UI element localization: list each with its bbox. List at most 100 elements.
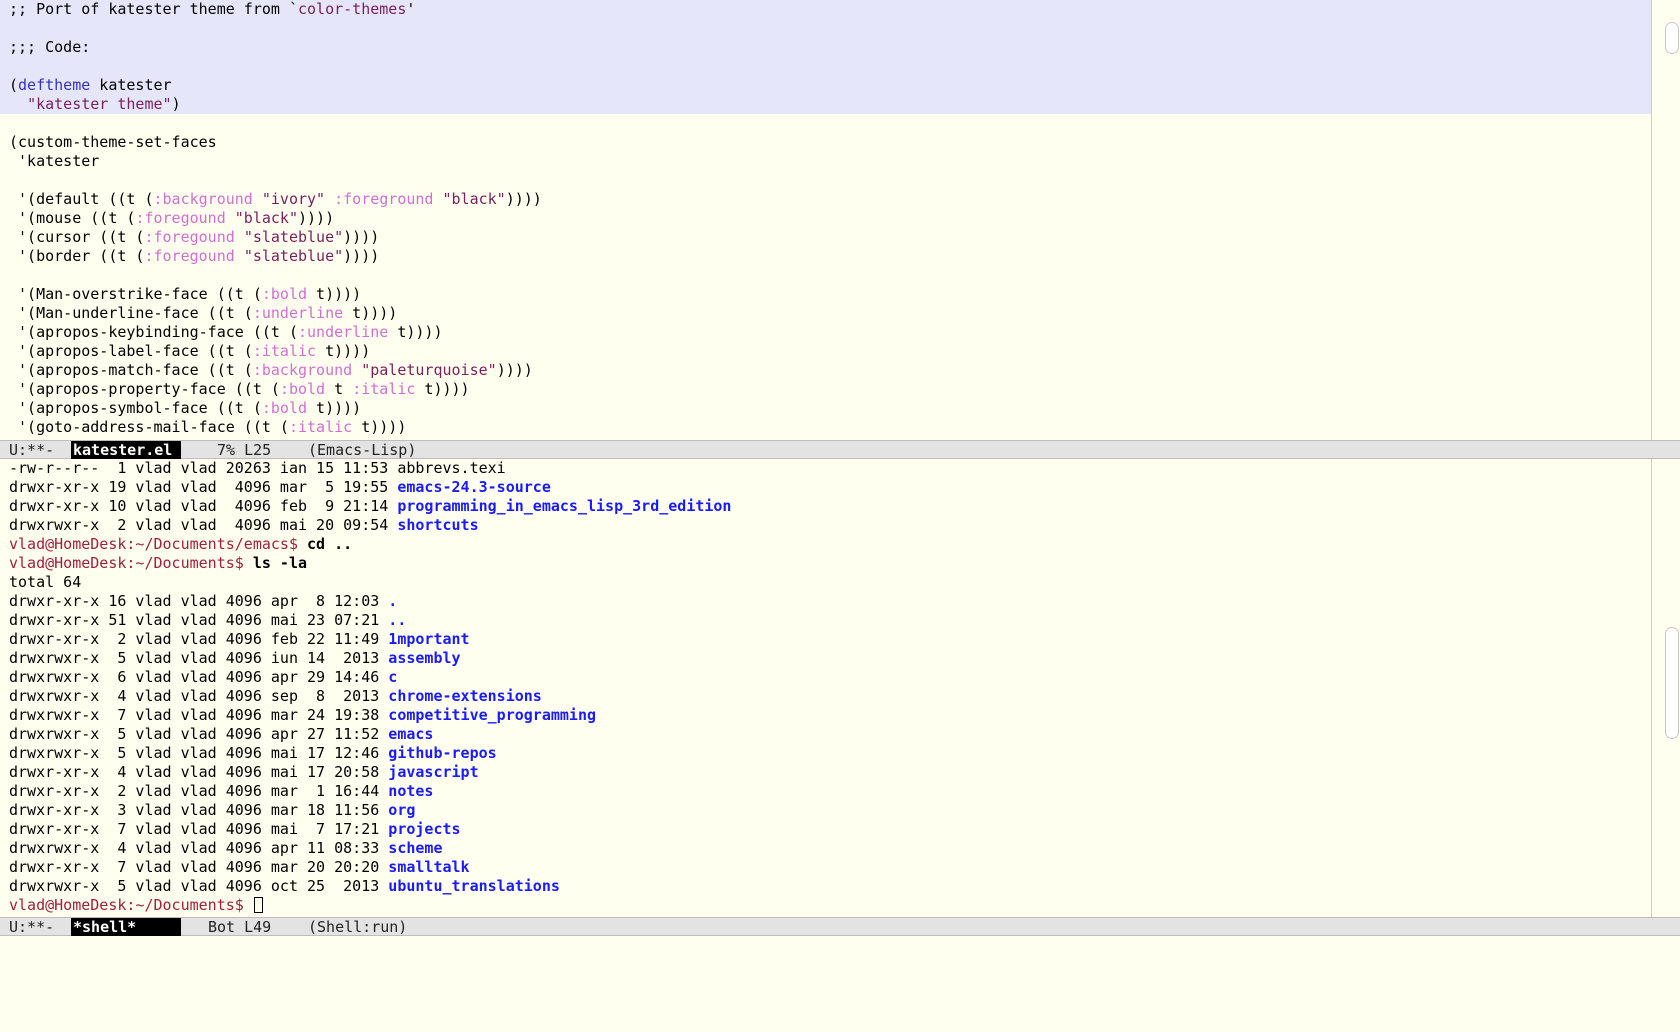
text-span: ;; Port of katester theme from `: [9, 0, 298, 18]
directory-name[interactable]: org: [388, 801, 415, 819]
code-line: 'katester: [0, 152, 1652, 171]
directory-name[interactable]: scheme: [388, 839, 442, 857]
text-span: :foregound: [144, 228, 235, 246]
shell-line: vlad@HomeDesk:~/Documents$ ls -la: [0, 554, 1652, 573]
directory-name[interactable]: chrome-extensions: [388, 687, 542, 705]
text-span: drwxr-xr-x 7 vlad vlad 4096 mai 7 17:21: [9, 820, 389, 838]
code-line: '(default ((t (:background "ivory" :fore…: [0, 190, 1652, 209]
shell-line: drwxrwxr-x 5 vlad vlad 4096 iun 14 2013 …: [0, 649, 1652, 668]
editor-mode-line: U:**- katester.el 7% L25 (Emacs-Lisp): [0, 440, 1680, 460]
text-span: drwxrwxr-x 5 vlad vlad 4096 apr 27 11:52: [9, 725, 389, 743]
shell-line: drwxrwxr-x 6 vlad vlad 4096 apr 29 14:46…: [0, 668, 1652, 687]
text-span: color-themes: [297, 0, 407, 18]
code-line: ;; Port of katester theme from `color-th…: [0, 0, 1652, 19]
text-span: '(mouse ((t (: [9, 209, 136, 227]
text-span: "black": [234, 209, 298, 227]
editor-scrollbar-thumb[interactable]: [1665, 22, 1679, 54]
directory-name[interactable]: javascript: [388, 763, 478, 781]
text-span: drwxr-xr-x 4 vlad vlad 4096 mai 17 20:58: [9, 763, 389, 781]
text-span: :background: [252, 361, 353, 379]
directory-name[interactable]: ..: [388, 611, 406, 629]
code-line: '(mouse ((t (:foregound "black")))): [0, 209, 1652, 228]
mode-line-buffer-name[interactable]: *shell*: [71, 918, 181, 937]
code-line: '(apropos-keybinding-face ((t (:underlin…: [0, 323, 1652, 342]
shell-mode-line: U:**- *shell* Bot L49 (Shell:run): [0, 917, 1680, 937]
directory-name[interactable]: c: [388, 668, 397, 686]
directory-name[interactable]: notes: [388, 782, 433, 800]
text-span: :foregound: [144, 247, 235, 265]
directory-name[interactable]: .: [388, 592, 397, 610]
text-span: :foreground: [334, 190, 434, 208]
directory-name[interactable]: projects: [388, 820, 460, 838]
text-span: t)))): [307, 399, 362, 417]
mode-line-major-mode[interactable]: (Emacs-Lisp): [308, 441, 416, 460]
text-span: :italic: [252, 342, 317, 360]
text-span: '(apropos-property-face ((t (: [9, 380, 280, 398]
text-span: total 64: [9, 573, 82, 591]
editor-window[interactable]: ;; Port of katester theme from `color-th…: [0, 0, 1680, 440]
directory-name[interactable]: shortcuts: [397, 516, 478, 534]
code-line: ;;; Code:: [0, 38, 1652, 57]
shell-window[interactable]: -rw-r--r-- 1 vlad vlad 20263 ian 15 11:5…: [0, 459, 1680, 917]
mode-line-major-mode[interactable]: (Shell:run): [308, 918, 407, 937]
text-span: '(border ((t (: [9, 247, 145, 265]
text-span: )))): [298, 209, 335, 227]
text-span: t)))): [307, 285, 362, 303]
shell-line: drwxrwxr-x 5 vlad vlad 4096 apr 27 11:52…: [0, 725, 1652, 744]
text-span: :italic: [352, 380, 416, 398]
shell-line: drwxr-xr-x 16 vlad vlad 4096 apr 8 12:03…: [0, 592, 1652, 611]
directory-name[interactable]: ubuntu_translations: [388, 877, 560, 895]
text-span: :bold: [279, 380, 326, 398]
shell-scrollbar-thumb[interactable]: [1665, 627, 1679, 739]
shell-line: drwxrwxr-x 5 vlad vlad 4096 oct 25 2013 …: [0, 877, 1652, 896]
text-span: t)))): [388, 323, 443, 341]
shell-command: ls -la: [252, 554, 308, 572]
directory-name[interactable]: github-repos: [388, 744, 496, 762]
editor-scrollbar[interactable]: [1651, 0, 1680, 440]
code-line: '(apropos-match-face ((t (:background "p…: [0, 361, 1652, 380]
text-span: :italic: [288, 418, 353, 436]
text-span: ': [406, 0, 416, 18]
directory-name[interactable]: smalltalk: [388, 858, 469, 876]
code-line: '(cursor ((t (:foregound "slateblue")))): [0, 228, 1652, 247]
shell-line: drwxr-xr-x 7 vlad vlad 4096 mar 20 20:20…: [0, 858, 1652, 877]
code-line: '(apropos-symbol-face ((t (:bold t)))): [0, 399, 1652, 418]
text-span: deftheme: [18, 76, 91, 94]
text-span: )))): [343, 228, 380, 246]
text-span: :underline: [297, 323, 389, 341]
text-span: '(apropos-match-face ((t (: [9, 361, 253, 379]
shell-scrollbar[interactable]: [1651, 459, 1680, 917]
mode-line-buffer-name[interactable]: katester.el: [71, 441, 181, 460]
directory-name[interactable]: 1mportant: [388, 630, 469, 648]
text-span: '(apropos-keybinding-face ((t (: [9, 323, 298, 341]
text-span: drwxrwxr-x 5 vlad vlad 4096 iun 14 2013: [9, 649, 389, 667]
text-span: drwxrwxr-x 5 vlad vlad 4096 oct 25 2013: [9, 877, 389, 895]
text-span: -rw-r--r-- 1 vlad vlad 20263 ian 15 11:5…: [9, 459, 506, 477]
text-span: "slateblue": [243, 228, 344, 246]
shell-text-area[interactable]: -rw-r--r-- 1 vlad vlad 20263 ian 15 11:5…: [0, 459, 1652, 917]
text-span: (: [9, 76, 19, 94]
text-span: '(Man-overstrike-face ((t (: [9, 285, 262, 303]
directory-name[interactable]: programming_in_emacs_lisp_3rd_edition: [397, 497, 731, 515]
text-span: '(apropos-symbol-face ((t (: [9, 399, 262, 417]
directory-name[interactable]: competitive_programming: [388, 706, 596, 724]
code-line: "katester theme"): [0, 95, 1652, 114]
text-span: drwxrwxr-x 2 vlad vlad 4096 mai 20 09:54: [9, 516, 398, 534]
text-span: t: [325, 380, 353, 398]
text-span: [352, 361, 361, 379]
code-line: '(Man-underline-face ((t (:underline t))…: [0, 304, 1652, 323]
text-span: drwxr-xr-x 2 vlad vlad 4096 feb 22 11:49: [9, 630, 389, 648]
directory-name[interactable]: emacs-24.3-source: [397, 478, 551, 496]
editor-text-area[interactable]: ;; Port of katester theme from `color-th…: [0, 0, 1652, 440]
shell-line: vlad@HomeDesk:~/Documents$: [0, 896, 1652, 915]
text-span: drwxrwxr-x 6 vlad vlad 4096 apr 29 14:46: [9, 668, 389, 686]
text-span: "black": [442, 190, 506, 208]
directory-name[interactable]: assembly: [388, 649, 460, 667]
shell-line: drwxrwxr-x 4 vlad vlad 4096 sep 8 2013 c…: [0, 687, 1652, 706]
text-span: "slateblue": [243, 247, 344, 265]
text-span: t)))): [352, 418, 407, 436]
shell-line: drwxr-xr-x 3 vlad vlad 4096 mar 18 11:56…: [0, 801, 1652, 820]
directory-name[interactable]: emacs: [388, 725, 433, 743]
